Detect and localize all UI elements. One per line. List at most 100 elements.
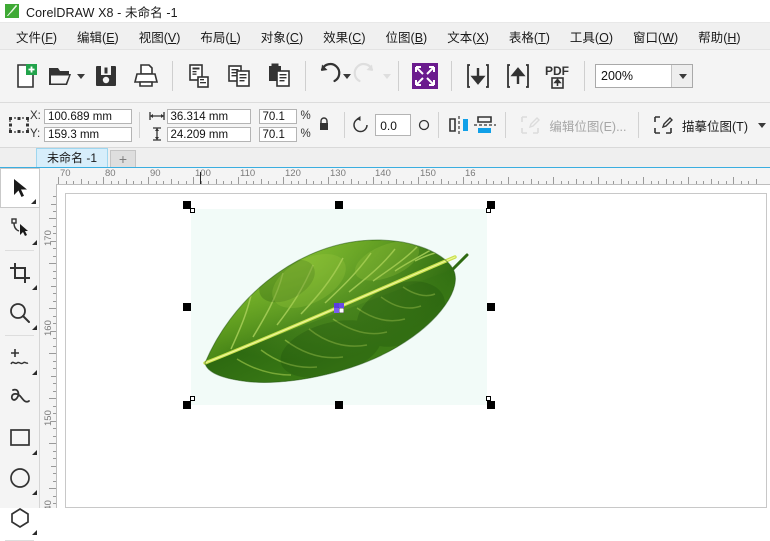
selection-handle-bottom-left[interactable] [183,401,191,409]
selection-handle-bottom-center[interactable] [335,401,343,409]
horizontal-ruler[interactable]: 70 80 90 100 110 120 [40,168,770,185]
rotation-center-icon[interactable] [417,112,431,138]
flyout-arrow-icon[interactable] [32,490,37,495]
menu-view[interactable]: 视图(V) [129,24,191,49]
y-position-input[interactable]: 159.3 mm [44,127,132,142]
trace-bitmap-icon[interactable] [649,112,677,138]
menu-help[interactable]: 帮助(H) [688,24,750,49]
selection-handle-bottom-right[interactable] [487,401,495,409]
add-document-tab-button[interactable]: + [110,150,136,167]
trace-bitmap-label: 描摹位图(T) [682,116,748,135]
flyout-arrow-icon[interactable] [31,199,36,204]
lock-ratio-icon[interactable] [317,116,331,135]
selection-subhandle-top-left[interactable] [190,208,195,213]
ruler-label: 130 [330,168,346,179]
open-folder-icon [47,63,75,89]
rotation-center-marker-icon[interactable] [334,302,344,312]
coreldraw-logo-icon [4,3,20,19]
selection-subhandle-bottom-left[interactable] [190,396,195,401]
flyout-arrow-icon[interactable] [32,325,37,330]
sidebar-item-artistic-media-tool[interactable] [0,378,40,418]
x-position-input[interactable]: 100.689 mm [44,109,132,124]
menu-file[interactable]: 文件(F) [6,24,67,49]
sidebar-item-pick-tool[interactable] [0,168,40,208]
ruler-label: 120 [285,168,301,179]
zoom-dropdown-button[interactable] [671,65,692,87]
menu-edit[interactable]: 编辑(E) [67,24,129,49]
drawing-canvas[interactable] [57,185,770,508]
sidebar-item-shape-tool[interactable] [0,208,40,248]
menu-table[interactable]: 表格(T) [499,24,560,49]
sidebar-item-polygon-tool[interactable] [0,498,40,538]
flyout-arrow-icon[interactable] [32,240,37,245]
vertical-ruler[interactable]: 170 160 150 14 [40,184,57,508]
menu-tools[interactable]: 工具(O) [560,24,623,49]
save-button[interactable] [86,55,126,97]
ruler-label: 140 [43,500,54,508]
flyout-arrow-icon[interactable] [32,370,37,375]
menu-object[interactable]: 对象(C) [251,24,313,49]
mirror-vertical-button[interactable] [472,112,498,138]
chevron-down-icon [679,74,687,79]
open-document-button[interactable] [46,55,86,97]
new-document-icon [12,62,40,90]
toolbox-separator [5,335,34,336]
height-input[interactable]: 24.209 mm [167,127,251,142]
selection-subhandle-top-right[interactable] [486,208,491,213]
title-bar: CorelDRAW X8 - 未命名 -1 [0,0,770,23]
undo-dropdown-icon[interactable] [343,74,351,79]
rotation-angle-input[interactable]: 0.0 [375,114,411,136]
menu-effects[interactable]: 效果(C) [313,24,375,49]
leaf-bitmap[interactable] [191,209,487,405]
publish-to-pdf-button[interactable]: PDF [538,55,578,97]
menu-window[interactable]: 窗口(W) [623,24,688,49]
width-input[interactable]: 36.314 mm [167,109,251,124]
toolbar-separator [584,61,585,91]
export-up-arrow-icon [504,62,532,90]
import-button[interactable] [458,55,498,97]
scale-y-input[interactable]: 70.1 [259,127,297,142]
zoom-to-fit-button[interactable] [405,55,445,97]
document-page[interactable] [65,193,767,508]
undo-icon [313,62,341,90]
sidebar-item-ellipse-tool[interactable] [0,458,40,498]
copy-button[interactable] [219,55,259,97]
x-label: X: [30,110,44,122]
zoom-level-value[interactable]: 200% [596,69,671,83]
selection-handle-middle-right[interactable] [487,303,495,311]
print-button[interactable] [126,55,166,97]
trace-dropdown-icon[interactable] [758,123,766,128]
sidebar-item-crop-tool[interactable] [0,253,40,293]
new-document-button[interactable] [6,55,46,97]
zoom-to-fit-icon [410,61,440,91]
export-button[interactable] [498,55,538,97]
selection-subhandle-bottom-right[interactable] [486,396,491,401]
menu-bar: 文件(F) 编辑(E) 视图(V) 布局(L) 对象(C) 效果(C) 位图(B… [0,23,770,50]
flyout-arrow-icon[interactable] [32,530,37,535]
menu-bitmaps[interactable]: 位图(B) [376,24,438,49]
trace-bitmap-button[interactable]: 描摹位图(T) [645,109,770,141]
y-label: Y: [30,128,44,140]
document-tab-untitled-1[interactable]: 未命名 -1 [36,148,108,167]
cut-button[interactable] [179,55,219,97]
selection-handle-middle-left[interactable] [183,303,191,311]
menu-text[interactable]: 文本(X) [437,24,499,49]
object-width-icon [147,111,167,121]
selection-handle-top-center[interactable] [335,201,343,209]
sidebar-item-zoom-tool[interactable] [0,293,40,333]
object-height-icon [147,127,167,141]
scale-x-input[interactable]: 70.1 [259,109,297,124]
mirror-horizontal-button[interactable] [446,112,472,138]
menu-layout[interactable]: 布局(L) [190,24,250,49]
sidebar-item-rectangle-tool[interactable] [0,418,40,458]
flyout-arrow-icon[interactable] [32,450,37,455]
undo-button[interactable] [312,55,352,97]
sidebar-item-freehand-tool[interactable] [0,338,40,378]
artistic-media-icon [8,386,32,410]
flyout-arrow-icon[interactable] [32,285,37,290]
paste-button[interactable] [259,55,299,97]
open-dropdown-icon[interactable] [77,74,85,79]
zoom-level-combobox[interactable]: 200% [595,64,693,88]
print-icon [132,62,160,90]
mirror-horizontal-icon [446,114,472,136]
